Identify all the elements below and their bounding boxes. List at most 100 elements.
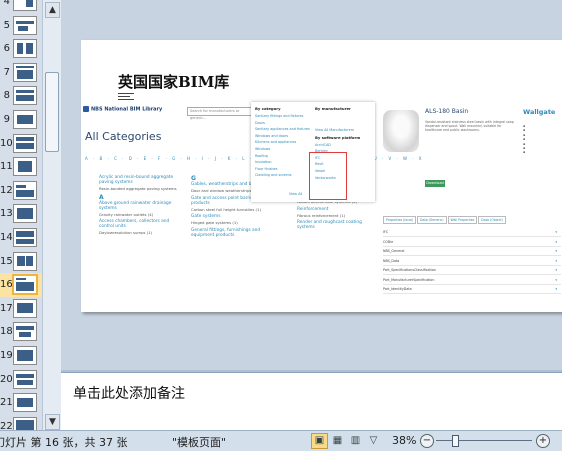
slide-sorter-view-icon[interactable]: ▦ <box>329 433 346 449</box>
slide-preview[interactable] <box>13 180 37 200</box>
slide-preview[interactable] <box>13 369 37 389</box>
slide-number: 13 <box>0 208 13 220</box>
slide-preview[interactable] <box>13 322 37 342</box>
slide-number: 17 <box>0 302 13 314</box>
slide-preview[interactable] <box>13 298 37 318</box>
title-underline <box>118 96 130 97</box>
slide-number: 22 <box>0 420 13 430</box>
zoom-slider-knob[interactable] <box>452 435 459 447</box>
zoom-in-icon[interactable]: + <box>536 434 550 448</box>
current-slide[interactable]: 英国国家BIM库 NBS National BIM Library Search… <box>81 40 562 312</box>
zoom-level[interactable]: 38% <box>392 434 416 447</box>
slide-thumbnail[interactable]: 10 <box>0 132 42 156</box>
slide-number: 21 <box>0 397 13 409</box>
slide-preview[interactable] <box>13 62 37 82</box>
slide-editing-area[interactable]: 英国国家BIM库 NBS National BIM Library Search… <box>61 0 562 370</box>
normal-view-icon[interactable]: ▣ <box>311 433 328 449</box>
slide-preview[interactable] <box>13 133 37 153</box>
slide-thumbnail[interactable]: 15 <box>0 250 42 274</box>
subcategory-text: Gravity rainwater outlets (4) <box>99 211 154 217</box>
product-description: Vandal-resistant stainless steel basin w… <box>425 120 514 132</box>
slide-thumbnail[interactable]: 4 <box>0 0 42 14</box>
slide-thumbnail[interactable]: 22 <box>0 415 42 430</box>
slide-preview[interactable] <box>13 86 37 106</box>
slide-number: 6 <box>3 43 10 55</box>
preview-shape <box>17 398 33 408</box>
product-tab: Data (Object) <box>478 216 506 224</box>
dropdown-by-category: By category Sanitary fittings and fixtur… <box>255 106 311 180</box>
zoom-out-icon[interactable]: − <box>420 434 434 448</box>
slide-preview[interactable] <box>13 0 37 11</box>
slide-number: 12 <box>0 184 13 196</box>
slideshow-view-icon[interactable]: ▽ <box>365 433 382 449</box>
slide-preview[interactable] <box>13 110 37 129</box>
slide-thumbnail[interactable]: 11 <box>0 155 42 179</box>
slide-number: 20 <box>0 373 13 385</box>
dropdown-category-item: Insulation <box>255 160 272 165</box>
slide-preview[interactable] <box>13 204 37 224</box>
expand-icon: ▾ <box>555 268 557 272</box>
slide-preview[interactable] <box>13 228 37 247</box>
slide-preview[interactable] <box>13 346 37 365</box>
subcategory-text: Daylowresolution sumps (1) <box>99 230 153 236</box>
property-row-label: COBie <box>383 239 394 244</box>
slide-preview[interactable] <box>13 157 37 177</box>
slide-number: 10 <box>0 137 13 149</box>
category-heading: Reinforcement <box>297 206 329 212</box>
category-heading: Above ground rainwater drainage systems <box>99 200 172 211</box>
slide-preview[interactable] <box>13 39 37 59</box>
slide-title[interactable]: 英国国家BIM库 <box>118 71 229 92</box>
slide-number: 19 <box>0 350 13 361</box>
preview-shape <box>16 184 26 188</box>
thumbnail-scrollbar[interactable]: ▲ ▼ <box>42 0 61 430</box>
slide-preview[interactable] <box>13 416 37 430</box>
preview-shape <box>17 43 23 55</box>
slide-preview[interactable] <box>12 274 38 296</box>
zoom-slider[interactable] <box>436 440 532 441</box>
preview-shape <box>17 379 33 385</box>
slide-thumbnail-panel[interactable]: 4 5 6 7 8 9 10 11 12 13 14 15 16 17 18 19 20 21 22 <box>0 0 43 430</box>
slide-thumbnail[interactable]: 21 <box>0 391 42 415</box>
embedded-website-screenshot: NBS National BIM Library Search for manu… <box>83 102 561 312</box>
category-heading: Render and roughcast coating systems <box>297 220 362 231</box>
slide-thumbnail[interactable]: 7 <box>0 61 42 85</box>
preview-shape <box>17 350 33 361</box>
product-tab: Properties (local) <box>383 216 417 224</box>
scroll-up-arrow-icon[interactable]: ▲ <box>45 2 60 18</box>
slide-thumbnail[interactable]: 18 <box>0 320 42 344</box>
reading-view-icon[interactable]: ▥ <box>347 433 364 449</box>
dropdown-category-item: Cladding and screens <box>255 173 292 178</box>
title-underline <box>118 93 134 94</box>
property-row: Part_SpecificationsClassification ▾ <box>383 266 561 275</box>
slide-preview[interactable] <box>13 15 37 35</box>
preview-shape <box>26 255 33 266</box>
scrollbar-thumb[interactable] <box>45 72 59 152</box>
preview-shape <box>16 95 34 102</box>
slide-number: 8 <box>3 90 10 102</box>
slide-count-text: 幻灯片 第 16 张，共 37 张 <box>0 436 128 449</box>
slide-thumbnail[interactable]: 9 <box>0 108 42 132</box>
status-bar: 幻灯片 第 16 张，共 37 张 "模板页面" ▣ ▦ ▥ ▽ 38% − + <box>0 430 562 451</box>
slide-preview[interactable] <box>13 251 37 271</box>
slide-thumbnail[interactable]: 20 <box>0 368 42 392</box>
slide-thumbnail[interactable]: 13 <box>0 202 42 226</box>
slide-thumbnail[interactable]: 8 <box>0 84 42 108</box>
slide-thumbnail[interactable]: 14 <box>0 226 42 250</box>
property-row: NBS_General ▾ <box>383 247 561 256</box>
dropdown-heading: By category <box>255 106 281 111</box>
slide-number: 7 <box>3 66 10 78</box>
notes-pane[interactable]: 单击此处添加备注 <box>61 372 562 431</box>
slide-thumbnail[interactable]: 19 <box>0 344 42 368</box>
preview-shape <box>18 25 28 31</box>
category-heading: Gate systems <box>191 214 221 220</box>
slide-thumbnail[interactable]: 6 <box>0 37 42 61</box>
brand-logo: Wallgate <box>523 108 556 116</box>
slide-thumbnail[interactable]: 16 <box>0 273 42 298</box>
notes-placeholder[interactable]: 单击此处添加备注 <box>73 383 185 403</box>
slide-preview[interactable] <box>13 393 37 413</box>
slide-thumbnail[interactable]: 12 <box>0 179 42 203</box>
slide-thumbnail[interactable]: 5 <box>0 14 42 38</box>
preview-shape <box>17 302 33 313</box>
scroll-down-arrow-icon[interactable]: ▼ <box>45 414 60 430</box>
slide-thumbnail[interactable]: 17 <box>0 297 42 321</box>
